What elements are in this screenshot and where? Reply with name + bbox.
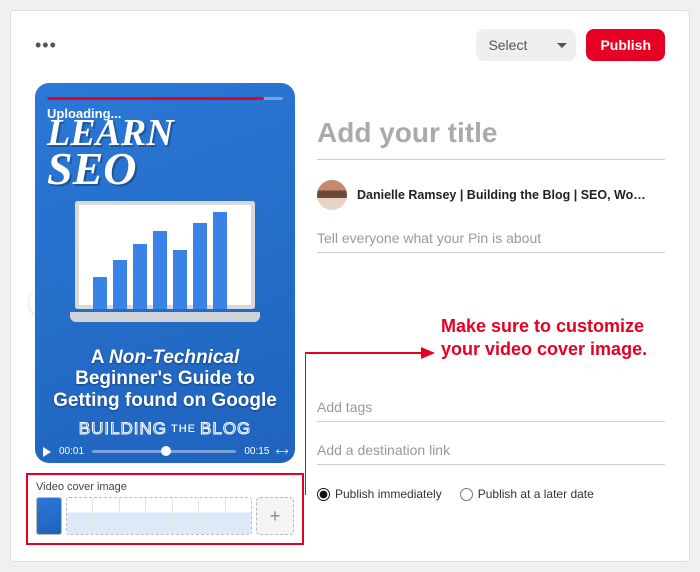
plus-icon: + bbox=[270, 506, 281, 527]
publish-later-radio[interactable] bbox=[460, 488, 473, 501]
video-controls: 00:01 00:15 ⤢ bbox=[43, 444, 287, 459]
laptop-illustration bbox=[70, 201, 260, 321]
right-column: Danielle Ramsey | Building the Blog | SE… bbox=[317, 83, 665, 545]
publish-later-label: Publish at a later date bbox=[478, 487, 594, 501]
add-cover-button[interactable]: + bbox=[256, 497, 294, 535]
description-input[interactable] bbox=[317, 224, 665, 253]
annotation-text: Make sure to customize your video cover … bbox=[441, 315, 681, 360]
scrubber-thumb[interactable] bbox=[161, 446, 171, 456]
board-select[interactable]: Select bbox=[476, 29, 576, 61]
cover-label: Video cover image bbox=[36, 481, 294, 493]
cover-thumbnail[interactable] bbox=[36, 497, 62, 535]
top-bar: ••• Select Publish bbox=[35, 29, 665, 61]
play-icon[interactable] bbox=[43, 447, 51, 457]
publish-timing-group: Publish immediately Publish at a later d… bbox=[317, 487, 665, 501]
preview-subtitle: A Non-Technical Beginner's Guide to Gett… bbox=[35, 347, 295, 411]
left-column: ✎ Uploading... LEARN SEO bbox=[35, 83, 295, 545]
time-total: 00:15 bbox=[244, 446, 269, 457]
title-input[interactable] bbox=[317, 113, 665, 160]
fullscreen-icon[interactable]: ⤢ bbox=[273, 443, 290, 460]
preview-brand: BUILDING THE BLOG bbox=[79, 419, 252, 439]
author-row: Danielle Ramsey | Building the Blog | SE… bbox=[317, 180, 665, 210]
upload-progress-track bbox=[47, 97, 283, 100]
publish-button[interactable]: Publish bbox=[586, 29, 665, 61]
main-columns: ✎ Uploading... LEARN SEO bbox=[35, 83, 665, 545]
author-name: Danielle Ramsey | Building the Blog | SE… bbox=[357, 188, 647, 202]
destination-link-input[interactable] bbox=[317, 436, 665, 465]
pin-editor-card: ••• Select Publish ✎ Uploading... LEARN bbox=[10, 10, 690, 562]
publish-now-radio[interactable] bbox=[317, 488, 330, 501]
scrubber[interactable] bbox=[92, 450, 236, 453]
video-preview[interactable]: Uploading... LEARN SEO bbox=[35, 83, 295, 463]
cover-row: + bbox=[36, 497, 294, 535]
preview-headline: LEARN SEO bbox=[47, 117, 283, 189]
time-current: 00:01 bbox=[59, 446, 84, 457]
video-cover-section: Video cover image + bbox=[26, 473, 304, 545]
avatar bbox=[317, 180, 347, 210]
tags-input[interactable] bbox=[317, 393, 665, 422]
publish-later-option[interactable]: Publish at a later date bbox=[460, 487, 594, 501]
more-options-icon[interactable]: ••• bbox=[35, 35, 57, 56]
top-right-group: Select Publish bbox=[476, 29, 665, 61]
publish-now-label: Publish immediately bbox=[335, 487, 442, 501]
publish-now-option[interactable]: Publish immediately bbox=[317, 487, 442, 501]
upload-progress-fill bbox=[47, 97, 264, 100]
cover-filmstrip[interactable] bbox=[66, 497, 252, 535]
